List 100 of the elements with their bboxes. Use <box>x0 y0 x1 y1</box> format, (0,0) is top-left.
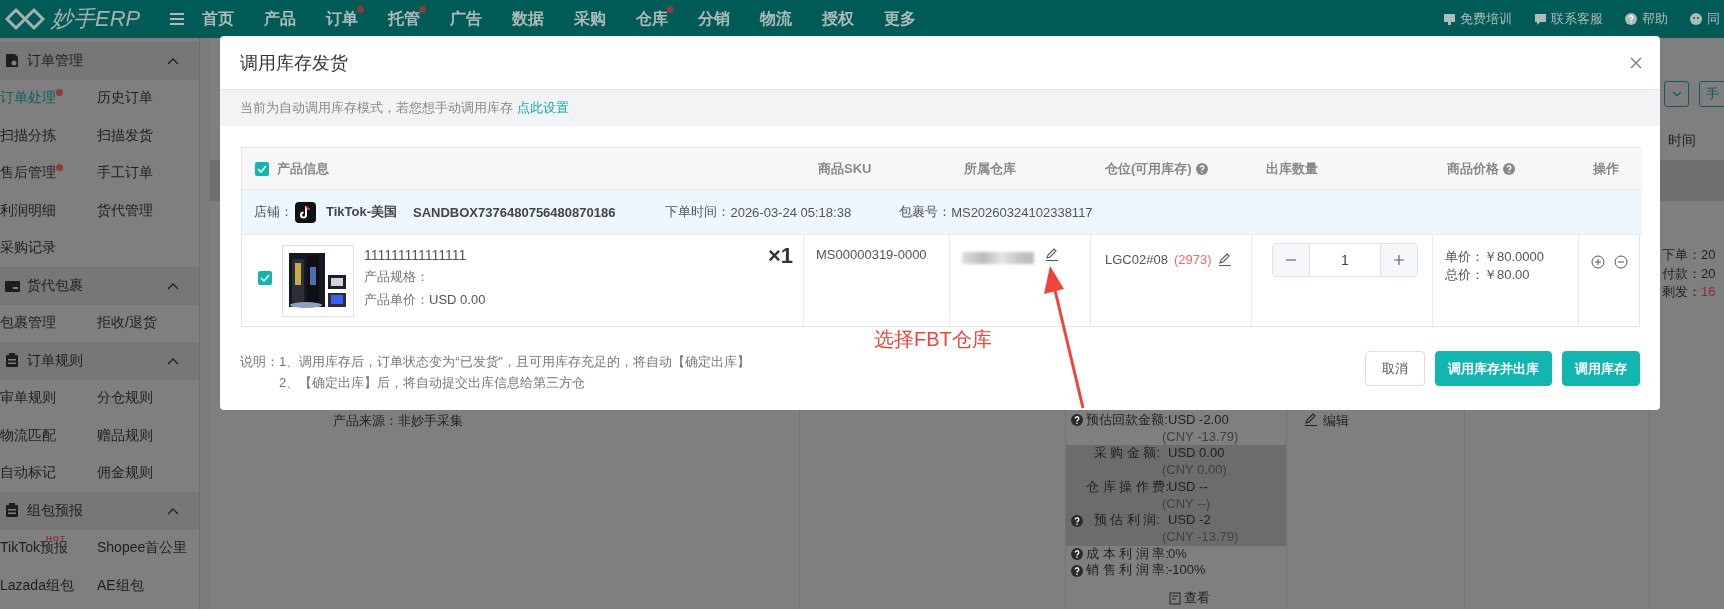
column-header: 所属仓库 <box>964 159 1016 178</box>
profit-label: 预估回款金额: <box>1086 412 1168 429</box>
sidebar-group-header[interactable]: 订单管理 <box>0 42 199 80</box>
top-link[interactable]: 联系客服 <box>1551 10 1603 28</box>
top-link[interactable]: 帮助 <box>1642 10 1668 28</box>
order-number: SANDBOX7376480756480870186 <box>413 204 616 220</box>
sidebar-group-header[interactable]: 组包预报 <box>0 492 199 530</box>
nav-item[interactable]: 数据 <box>512 8 574 30</box>
sidebar-item[interactable]: 佣金规则 <box>97 464 153 483</box>
sidebar-item[interactable]: AE组包 <box>97 576 144 595</box>
sidebar-item[interactable]: 采购记录 <box>0 239 56 258</box>
sidebar-item[interactable]: 自动标记 <box>0 464 56 483</box>
checkbox[interactable] <box>258 271 272 285</box>
help-icon[interactable] <box>1071 414 1083 427</box>
pencil-icon[interactable] <box>1303 412 1317 426</box>
sidebar-item[interactable]: 货代管理 <box>97 201 153 220</box>
chevron-up-icon[interactable] <box>167 56 179 65</box>
remove-circle-icon[interactable] <box>1614 255 1628 269</box>
package-label: 包裹号： <box>899 203 952 221</box>
profit-value: USD 0.00 <box>1168 445 1226 463</box>
sidebar-item[interactable]: 售后管理 <box>0 164 56 183</box>
box-icon <box>5 278 20 294</box>
sidebar-item[interactable]: 扫描发货 <box>97 126 153 145</box>
nav-item[interactable]: 授权 <box>822 8 884 30</box>
sidebar-item[interactable]: 历史订单 <box>97 89 153 108</box>
time-value: 20 <box>1701 247 1716 262</box>
sidebar-item[interactable]: 审单规则 <box>0 389 56 408</box>
plus-icon[interactable] <box>1393 254 1405 266</box>
sidebar-item[interactable]: Shopee首公里 <box>97 539 188 558</box>
sku-text: MS00000319-0000 <box>816 247 927 262</box>
profit-value: 0% <box>1168 545 1188 563</box>
profit-label: 仓 库 操 作 费: <box>1086 478 1168 496</box>
profit-label: 成 本 利 润 率: <box>1086 545 1168 563</box>
pencil-icon[interactable] <box>1217 252 1232 266</box>
sidebar-item[interactable]: 利润明细 <box>0 201 56 220</box>
sidebar-item[interactable]: 物流匹配 <box>0 426 56 445</box>
total-price: ￥80.00 <box>1484 267 1530 282</box>
nav-item[interactable]: 订单 <box>326 8 388 30</box>
help-icon[interactable] <box>1625 12 1638 26</box>
top-link[interactable]: 同 <box>1707 10 1720 28</box>
nav-item[interactable]: 物流 <box>760 8 822 30</box>
column-header: 产品信息 <box>277 159 329 178</box>
sidebar-item[interactable]: 包裹管理 <box>0 314 56 333</box>
sidebar-group-header[interactable]: 货代包裹 <box>0 267 199 305</box>
document-icon[interactable] <box>1169 591 1181 605</box>
nav-item[interactable]: 广告 <box>450 8 512 30</box>
help-icon[interactable] <box>1071 564 1083 577</box>
quantity-stepper[interactable]: 1 <box>1272 243 1418 277</box>
smiley-icon[interactable] <box>1690 12 1703 26</box>
sidebar-group-header[interactable]: 订单规则 <box>0 342 199 380</box>
profit-value: USD -2 <box>1168 512 1212 529</box>
chevron-up-icon[interactable] <box>167 356 179 365</box>
clipboard-icon <box>5 353 20 369</box>
checkbox[interactable] <box>255 161 269 176</box>
sidebar-item[interactable]: 赠品规则 <box>97 426 153 445</box>
time-value: 20 <box>1701 265 1716 281</box>
price-label: 产品单价： <box>364 292 429 307</box>
monitor-icon[interactable] <box>1443 12 1456 26</box>
nav-item[interactable]: 首页 <box>202 8 264 30</box>
menu-icon[interactable] <box>170 13 184 25</box>
view-link[interactable]: 查看 <box>1184 589 1210 608</box>
settings-link[interactable]: 点此设置 <box>517 99 569 117</box>
nav-item[interactable]: 分销 <box>698 8 760 30</box>
notes-label: 说明： <box>240 353 279 371</box>
chevron-up-icon[interactable] <box>167 281 179 290</box>
chevron-up-icon[interactable] <box>167 506 179 515</box>
dropdown-toggle[interactable] <box>1664 81 1689 107</box>
nav-item[interactable]: 更多 <box>884 8 946 30</box>
group-title: 订单规则 <box>27 351 84 370</box>
total-price-label: 总价： <box>1445 267 1484 282</box>
column-header: 商品价格 <box>1447 159 1499 178</box>
quantity-value[interactable]: 1 <box>1310 244 1380 276</box>
sidebar-item[interactable]: 拒收/退货 <box>97 314 157 333</box>
help-icon[interactable] <box>1071 514 1083 527</box>
column-header: 仓位(可用库存) <box>1105 159 1192 178</box>
pencil-icon[interactable] <box>1044 247 1058 261</box>
sidebar-item[interactable]: Lazada组包 <box>0 576 74 595</box>
confirm-button[interactable]: 调用库存 <box>1562 351 1640 386</box>
close-icon[interactable] <box>1630 56 1642 69</box>
sidebar-item[interactable]: 扫描分拣 <box>0 126 56 145</box>
sidebar-item[interactable]: 分仓规则 <box>97 389 153 408</box>
package-number: MS20260324102338117 <box>951 204 1093 220</box>
nav-item[interactable]: 采购 <box>574 8 636 30</box>
notice-text: 当前为自动调用库存模式，若您想手动调用库存 <box>240 99 513 117</box>
help-icon[interactable] <box>1071 547 1083 560</box>
chat-icon[interactable] <box>1534 12 1547 26</box>
logo-text: 妙手ERP <box>51 5 141 33</box>
group-title: 订单管理 <box>27 51 84 70</box>
sidebar-item[interactable]: 手工订单 <box>97 164 153 183</box>
annotation-label: 选择FBT仓库 <box>874 327 992 352</box>
confirm-button[interactable]: 调用库存并出库 <box>1435 351 1552 386</box>
column-header: 操作 <box>1593 159 1619 178</box>
nav-item[interactable]: 产品 <box>264 8 326 30</box>
unit-price-label: 单价： <box>1445 249 1484 264</box>
nav-item[interactable]: 仓库 <box>636 8 698 30</box>
top-link[interactable]: 免费培训 <box>1460 10 1512 28</box>
edit-link[interactable]: 编辑 <box>1323 412 1349 430</box>
nav-item[interactable]: 托管 <box>388 8 450 30</box>
cancel-button[interactable]: 取消 <box>1365 351 1425 386</box>
add-circle-icon[interactable] <box>1591 255 1605 269</box>
